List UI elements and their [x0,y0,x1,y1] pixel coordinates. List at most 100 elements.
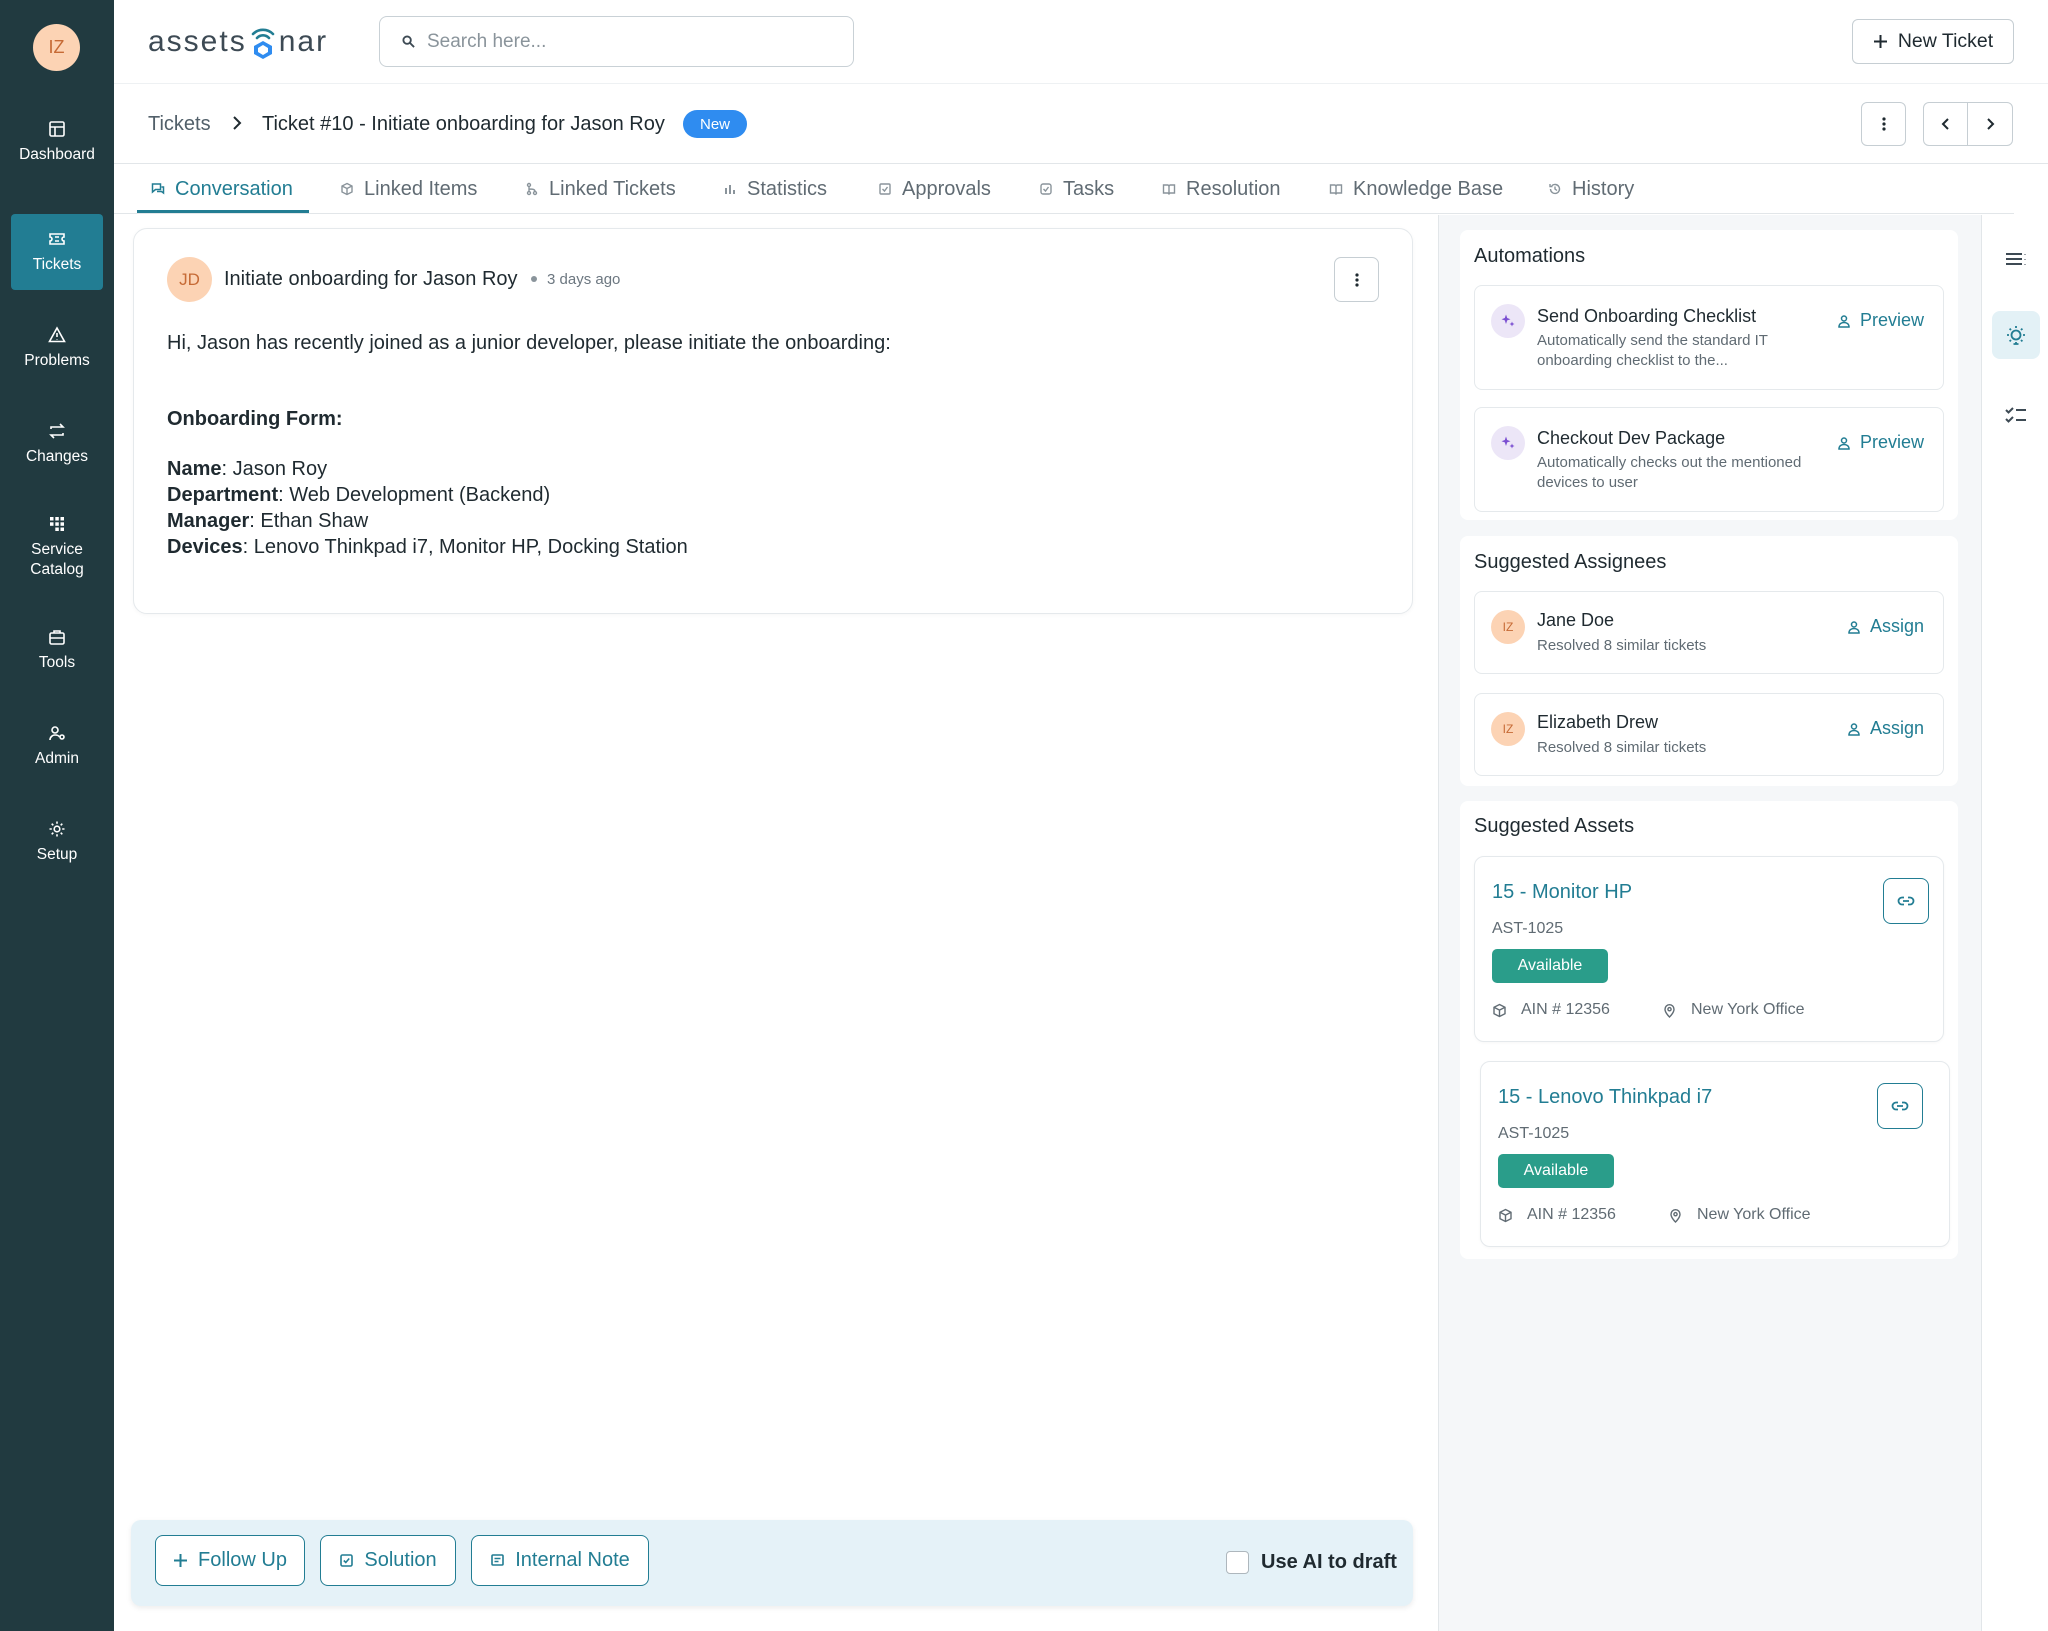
map-pin-icon [1664,1003,1675,1018]
tab-approvals[interactable]: Approvals [878,164,991,214]
ai-insights-button[interactable] [1992,311,2040,359]
cube-icon [1493,1003,1506,1017]
sidebar-item-changes[interactable]: Changes [11,406,103,482]
form-title: Onboarding Form: [167,408,343,430]
button-label: Assign [1870,718,1925,738]
button-label: Preview [1860,432,1925,452]
reply-composer: Follow Up Solution Internal Note Use AI … [131,1520,1413,1606]
link-asset-button[interactable] [1877,1083,1923,1129]
preview-button[interactable]: Preview [1837,432,1924,453]
sidebar-item-label: Changes [25,448,89,465]
sidebar-item-tickets[interactable]: Tickets [11,214,103,290]
assignee-name: Elizabeth Drew [1537,712,1659,732]
button-label: Solution [364,1549,437,1571]
sidebar-item-service-catalog[interactable]: Service Catalog [11,502,103,592]
chat-icon [151,183,165,195]
link-asset-button[interactable] [1883,878,1929,924]
assign-button[interactable]: Assign [1847,718,1924,739]
sidebar-item-tools[interactable]: Tools [11,612,103,688]
cube-icon [341,182,353,196]
breadcrumb-tickets-link[interactable]: Tickets [148,113,211,136]
history-icon [1549,183,1561,195]
warning-icon [48,326,66,343]
user-avatar[interactable]: IZ [33,24,80,71]
asset-name-link[interactable]: 15 - Monitor HP [1492,881,1632,904]
solution-button[interactable]: Solution [320,1535,456,1586]
sidebar-item-label: Dashboard [19,146,95,163]
note-icon [491,1554,505,1566]
preview-button[interactable]: Preview [1837,310,1924,331]
sidebar-item-dashboard[interactable]: Dashboard [11,104,103,180]
sidebar-item-label: Service Catalog [30,541,84,578]
swap-icon [49,423,65,439]
tab-knowledge-base[interactable]: Knowledge Base [1329,164,1503,214]
automation-description: Automatically checks out the mentioned d… [1537,454,1802,491]
tab-label: Statistics [747,177,828,200]
tab-linked-items[interactable]: Linked Items [340,164,477,214]
cube-icon [1499,1208,1512,1222]
asset-location: New York Office [1668,1206,1811,1224]
checklist-panel-button[interactable] [1992,391,2040,439]
tab-label: Resolution [1186,177,1281,200]
sidebar-item-problems[interactable]: Problems [11,310,103,386]
ticket-icon [49,233,65,245]
search-icon [402,35,415,48]
section-title: Suggested Assignees [1474,551,1667,573]
button-label: Preview [1860,310,1925,330]
plus-icon [1873,35,1887,48]
section-title: Automations [1474,245,1586,267]
tab-label: Conversation [175,177,293,200]
use-ai-label[interactable]: Use AI to draft [1261,1551,1397,1574]
checklist-icon [2005,407,2026,423]
link-icon [1891,1101,1909,1111]
sidebar-item-label: Problems [24,352,90,369]
assign-button[interactable]: Assign [1847,616,1924,637]
tab-conversation[interactable]: Conversation [151,164,293,214]
message-intro: Hi, Jason has recently joined as a junio… [167,332,891,354]
search-input[interactable]: Search here... [379,16,854,67]
internal-note-button[interactable]: Internal Note [471,1535,649,1586]
automation-description: Automatically send the standard IT onboa… [1537,332,1768,369]
sidebar-item-label: Tools [38,654,76,671]
tab-statistics[interactable]: Statistics [723,164,827,214]
asset-ain: AIN # 12356 [1492,1001,1610,1019]
dashboard-icon [49,121,65,137]
chevron-right-icon [1987,118,1995,130]
user-icon [1838,436,1850,450]
details-panel-button[interactable] [1992,236,2040,284]
left-sidebar: IZ Dashboard Tickets Problems Changes Se… [0,0,114,1631]
message-timestamp: 3 days ago [547,271,621,288]
tab-label: Knowledge Base [1353,177,1504,200]
button-label: Follow Up [198,1549,287,1571]
app-logo[interactable]: assets nar [148,22,328,62]
user-icon [1838,314,1850,328]
message-options-button[interactable] [1334,257,1379,302]
automation-title: Send Onboarding Checklist [1537,306,1757,326]
tab-label: Tasks [1063,177,1115,200]
tab-history[interactable]: History [1548,164,1634,214]
next-ticket-button[interactable] [1968,103,2012,145]
asset-name-link[interactable]: 15 - Lenovo Thinkpad i7 [1498,1086,1712,1109]
map-pin-icon [1670,1208,1681,1223]
sidebar-item-admin[interactable]: Admin [11,708,103,784]
avatar: IZ [1491,610,1525,644]
follow-up-button[interactable]: Follow Up [155,1535,305,1586]
tab-resolution[interactable]: Resolution [1162,164,1281,214]
status-badge: Available [1492,949,1608,983]
tab-linked-tickets[interactable]: Linked Tickets [525,164,676,214]
tab-label: History [1572,177,1635,200]
use-ai-checkbox[interactable] [1226,1551,1249,1574]
automation-title: Checkout Dev Package [1537,428,1726,448]
book-icon [1162,184,1176,195]
search-placeholder: Search here... [427,30,547,52]
automation-card: Send Onboarding Checklist Automatically … [1474,285,1944,390]
button-label: Assign [1870,616,1925,636]
sidebar-item-setup[interactable]: Setup [11,804,103,880]
form-field: Department: Web Development (Backend) [167,484,551,506]
asset-ain: AIN # 12356 [1498,1206,1616,1224]
tab-tasks[interactable]: Tasks [1039,164,1114,214]
more-options-button[interactable] [1861,102,1906,146]
previous-ticket-button[interactable] [1924,103,1968,145]
assignee-card: IZ Elizabeth Drew Resolved 8 similar tic… [1474,693,1944,776]
new-ticket-button[interactable]: New Ticket [1852,19,2014,64]
